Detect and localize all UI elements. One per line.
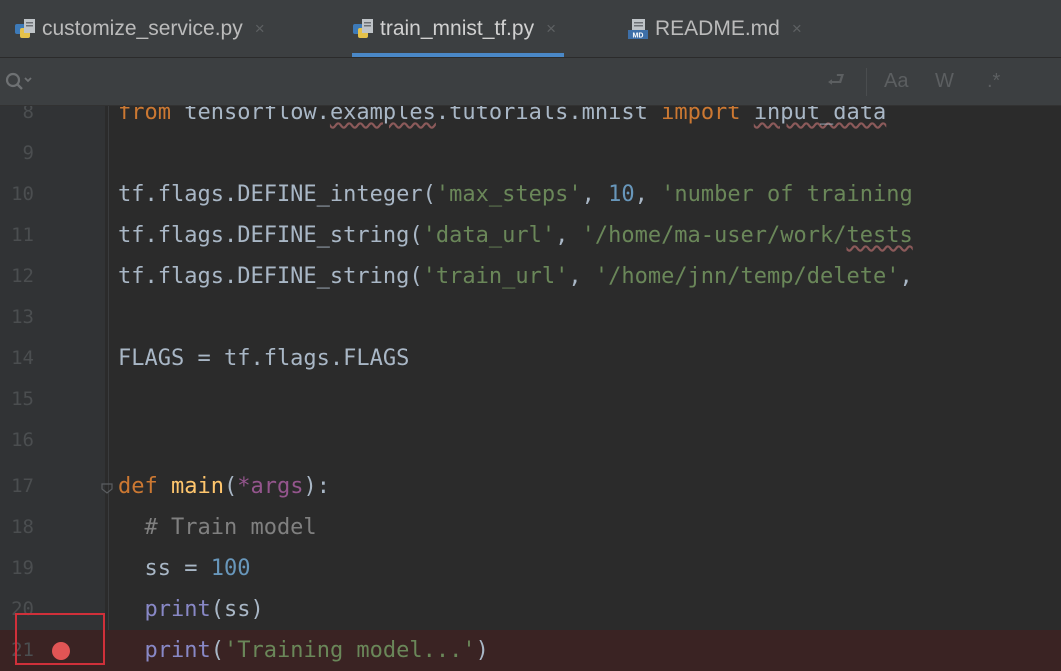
line-number: 13 [11, 306, 34, 328]
code-text: # Train model [118, 515, 317, 540]
fold-icon[interactable] [100, 480, 114, 494]
code-line[interactable]: 8 from tensorflow.examples.tutorials.mni… [0, 106, 1061, 133]
code-line[interactable]: 17 def main(*args): [0, 466, 1061, 507]
search-icon[interactable] [4, 70, 34, 94]
code-line[interactable]: 12 tf.flags.DEFINE_string('train_url', '… [0, 256, 1061, 297]
code-text: ss = 100 [118, 556, 251, 581]
markdown-file-icon: MD [627, 18, 649, 40]
line-number: 18 [11, 516, 34, 538]
code-line[interactable]: 20 print(ss) [0, 589, 1061, 630]
code-line-breakpoint[interactable]: 21 print('Training model...') [0, 630, 1061, 671]
regex-toggle[interactable]: .* [987, 58, 1000, 105]
code-line[interactable]: 14 FLAGS = tf.flags.FLAGS [0, 338, 1061, 379]
find-bar: ⮐ Aa W .* [0, 58, 1061, 106]
line-number: 16 [11, 429, 34, 451]
tab-label: customize_service.py [42, 16, 243, 40]
line-number: 12 [11, 265, 34, 287]
code-text: tf.flags.DEFINE_string('data_url', '/hom… [118, 223, 913, 248]
tab-label: train_mnist_tf.py [380, 16, 535, 40]
close-icon[interactable]: × [792, 19, 802, 39]
line-number: 11 [11, 224, 34, 246]
breakpoint-highlight-box [15, 613, 105, 665]
ide-window: customize_service.py × train_mnist_tf.py… [0, 0, 1061, 671]
code-line[interactable]: 10 tf.flags.DEFINE_integer('max_steps', … [0, 174, 1061, 215]
code-text: tf.flags.DEFINE_string('train_url', '/ho… [118, 264, 913, 289]
tab-train-mnist-tf[interactable]: train_mnist_tf.py × [352, 0, 565, 57]
line-number: 15 [11, 388, 34, 410]
code-line[interactable]: 16 [0, 420, 1061, 461]
code-editor[interactable]: 8 from tensorflow.examples.tutorials.mni… [0, 106, 1061, 671]
editor-tab-bar: customize_service.py × train_mnist_tf.py… [0, 0, 1061, 58]
tab-readme[interactable]: MD README.md × [627, 0, 802, 57]
match-case-toggle[interactable]: Aa [884, 58, 908, 105]
code-text: tf.flags.DEFINE_integer('max_steps', 10,… [118, 182, 913, 207]
svg-text:MD: MD [633, 32, 644, 39]
tab-customize-service[interactable]: customize_service.py × [14, 0, 265, 57]
code-text: from tensorflow.examples.tutorials.mnist… [118, 106, 887, 125]
line-number: 9 [22, 142, 34, 164]
whole-words-toggle[interactable]: W [935, 58, 954, 105]
code-line[interactable]: 15 [0, 379, 1061, 420]
code-line[interactable]: 18 # Train model [0, 507, 1061, 548]
line-number: 17 [11, 475, 34, 497]
divider [866, 68, 867, 96]
python-file-icon [352, 18, 374, 40]
close-icon[interactable]: × [255, 19, 265, 39]
code-line[interactable]: 11 tf.flags.DEFINE_string('data_url', '/… [0, 215, 1061, 256]
wrap-search-icon[interactable]: ⮐ [827, 58, 845, 105]
line-number: 19 [11, 557, 34, 579]
code-line[interactable]: 13 [0, 297, 1061, 338]
line-number: 10 [11, 183, 34, 205]
code-line[interactable]: 19 ss = 100 [0, 548, 1061, 589]
code-text: print(ss) [144, 597, 264, 622]
line-number: 14 [11, 347, 34, 369]
code-line[interactable]: 9 [0, 133, 1061, 174]
code-text: def main(*args): [118, 474, 330, 499]
python-file-icon [14, 18, 36, 40]
close-icon[interactable]: × [546, 19, 556, 39]
code-text: FLAGS = tf.flags.FLAGS [118, 346, 410, 371]
tab-label: README.md [655, 16, 780, 40]
code-text: print('Training model...') [144, 638, 489, 663]
line-number: 8 [22, 106, 34, 123]
